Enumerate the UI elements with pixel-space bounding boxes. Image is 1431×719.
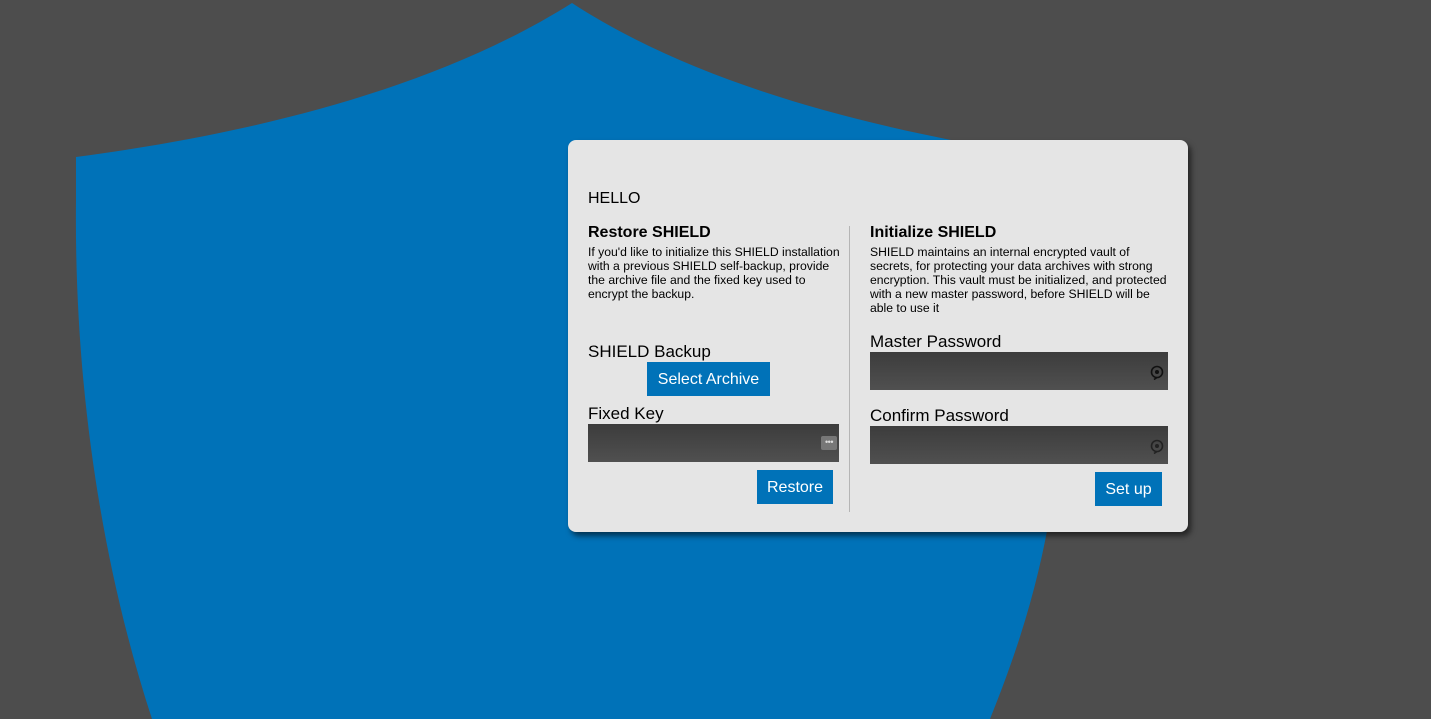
fixed-key-field[interactable]: ••• xyxy=(588,424,839,462)
restore-section: Restore SHIELD If you'd like to initiali… xyxy=(588,223,840,301)
initialize-description: SHIELD maintains an internal encrypted v… xyxy=(870,245,1167,315)
more-dots-icon[interactable]: ••• xyxy=(821,436,837,450)
initialize-section: Initialize SHIELD SHIELD maintains an in… xyxy=(870,223,1168,315)
column-divider xyxy=(849,226,850,512)
restore-button[interactable]: Restore xyxy=(757,470,833,504)
setup-button[interactable]: Set up xyxy=(1095,472,1162,506)
shield-backup-label: SHIELD Backup xyxy=(588,342,711,361)
setup-panel: HELLO Restore SHIELD If you'd like to in… xyxy=(568,140,1188,532)
master-password-field[interactable] xyxy=(870,352,1168,390)
select-archive-button[interactable]: Select Archive xyxy=(647,362,770,396)
confirm-password-field[interactable] xyxy=(870,426,1168,464)
confirm-password-label: Confirm Password xyxy=(870,406,1009,425)
restore-description: If you'd like to initialize this SHIELD … xyxy=(588,245,840,301)
reveal-password-icon[interactable] xyxy=(1149,438,1165,454)
initialize-title: Initialize SHIELD xyxy=(870,224,997,241)
greeting-text: HELLO xyxy=(588,190,641,207)
master-password-label: Master Password xyxy=(870,332,1002,351)
restore-title: Restore SHIELD xyxy=(588,224,711,241)
fixed-key-label: Fixed Key xyxy=(588,404,664,423)
reveal-password-icon[interactable] xyxy=(1149,364,1165,380)
